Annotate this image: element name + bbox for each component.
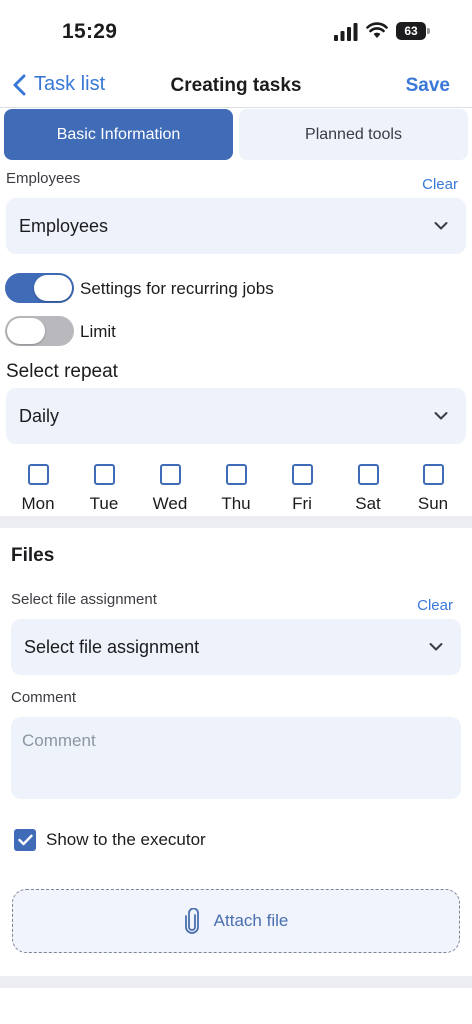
day-fri[interactable]: Fri (277, 462, 327, 514)
show-executor-label: Show to the executor (46, 830, 206, 849)
employees-label: Employees (6, 170, 81, 187)
day-label: Fri (292, 494, 312, 513)
file-assignment-select[interactable]: Select file assignment (11, 619, 461, 675)
day-label: Tue (89, 494, 119, 513)
bottom-divider (0, 976, 472, 988)
employees-clear-button[interactable]: Clear (422, 176, 458, 193)
battery-level: 63 (396, 22, 426, 40)
comment-placeholder: Comment (22, 731, 96, 750)
comment-input[interactable]: Comment (11, 717, 461, 799)
day-label: Sun (417, 494, 449, 513)
wifi-icon (366, 22, 388, 38)
chevron-down-icon (434, 222, 448, 230)
employees-select-value: Employees (19, 215, 109, 236)
day-sun[interactable]: Sun (408, 462, 458, 514)
checkbox-icon (357, 464, 379, 485)
attach-file-label: Attach file (213, 911, 289, 930)
comment-label: Comment (11, 689, 77, 706)
chevron-down-icon (434, 412, 448, 420)
paperclip-icon (184, 908, 199, 934)
battery-icon: 63 (396, 22, 430, 40)
page-title: Creating tasks (170, 75, 302, 96)
tab-bar: Basic Information Planned tools (0, 108, 472, 160)
checkbox-icon (27, 464, 49, 485)
day-label: Mon (21, 494, 55, 513)
section-divider (0, 516, 472, 528)
select-repeat-label: Select repeat (6, 361, 118, 382)
checkbox-icon (93, 464, 115, 485)
chevron-down-icon (429, 643, 443, 651)
save-button[interactable]: Save (406, 75, 450, 97)
day-mon[interactable]: Mon (13, 462, 63, 514)
file-assignment-value: Select file assignment (24, 636, 200, 657)
day-thu[interactable]: Thu (211, 462, 261, 514)
checkbox-icon (291, 464, 313, 485)
day-label: Thu (221, 494, 251, 513)
tab-basic-information[interactable]: Basic Information (4, 109, 233, 160)
day-tue[interactable]: Tue (79, 462, 129, 514)
status-bar: 15:29 63 (0, 0, 472, 64)
signal-icon (334, 23, 358, 41)
limit-label: Limit (80, 322, 116, 341)
file-assignment-label: Select file assignment (11, 591, 157, 608)
day-label: Wed (152, 494, 188, 513)
attach-file-button[interactable]: Attach file (12, 889, 460, 953)
day-wed[interactable]: Wed (145, 462, 195, 514)
checkbox-icon (225, 464, 247, 485)
recurring-jobs-label: Settings for recurring jobs (80, 279, 274, 298)
nav-bar: Task list Creating tasks Save (0, 64, 472, 108)
limit-toggle[interactable] (5, 316, 74, 346)
recurring-jobs-toggle[interactable] (5, 273, 74, 303)
checkbox-icon (422, 464, 444, 485)
file-assignment-clear-button[interactable]: Clear (417, 597, 453, 614)
show-executor-checkbox[interactable]: Show to the executor (14, 828, 206, 852)
repeat-select-value: Daily (19, 405, 60, 426)
checkbox-checked-icon (14, 829, 36, 851)
employees-select[interactable]: Employees (6, 198, 466, 254)
tab-planned-tools[interactable]: Planned tools (239, 109, 468, 160)
day-sat[interactable]: Sat (343, 462, 393, 514)
day-label: Sat (355, 494, 381, 513)
checkbox-icon (159, 464, 181, 485)
weekday-selector: Mon Tue Wed Thu Fri Sat Sun (0, 462, 472, 514)
status-time: 15:29 (62, 20, 118, 43)
files-title: Files (11, 545, 55, 566)
repeat-select[interactable]: Daily (6, 388, 466, 444)
